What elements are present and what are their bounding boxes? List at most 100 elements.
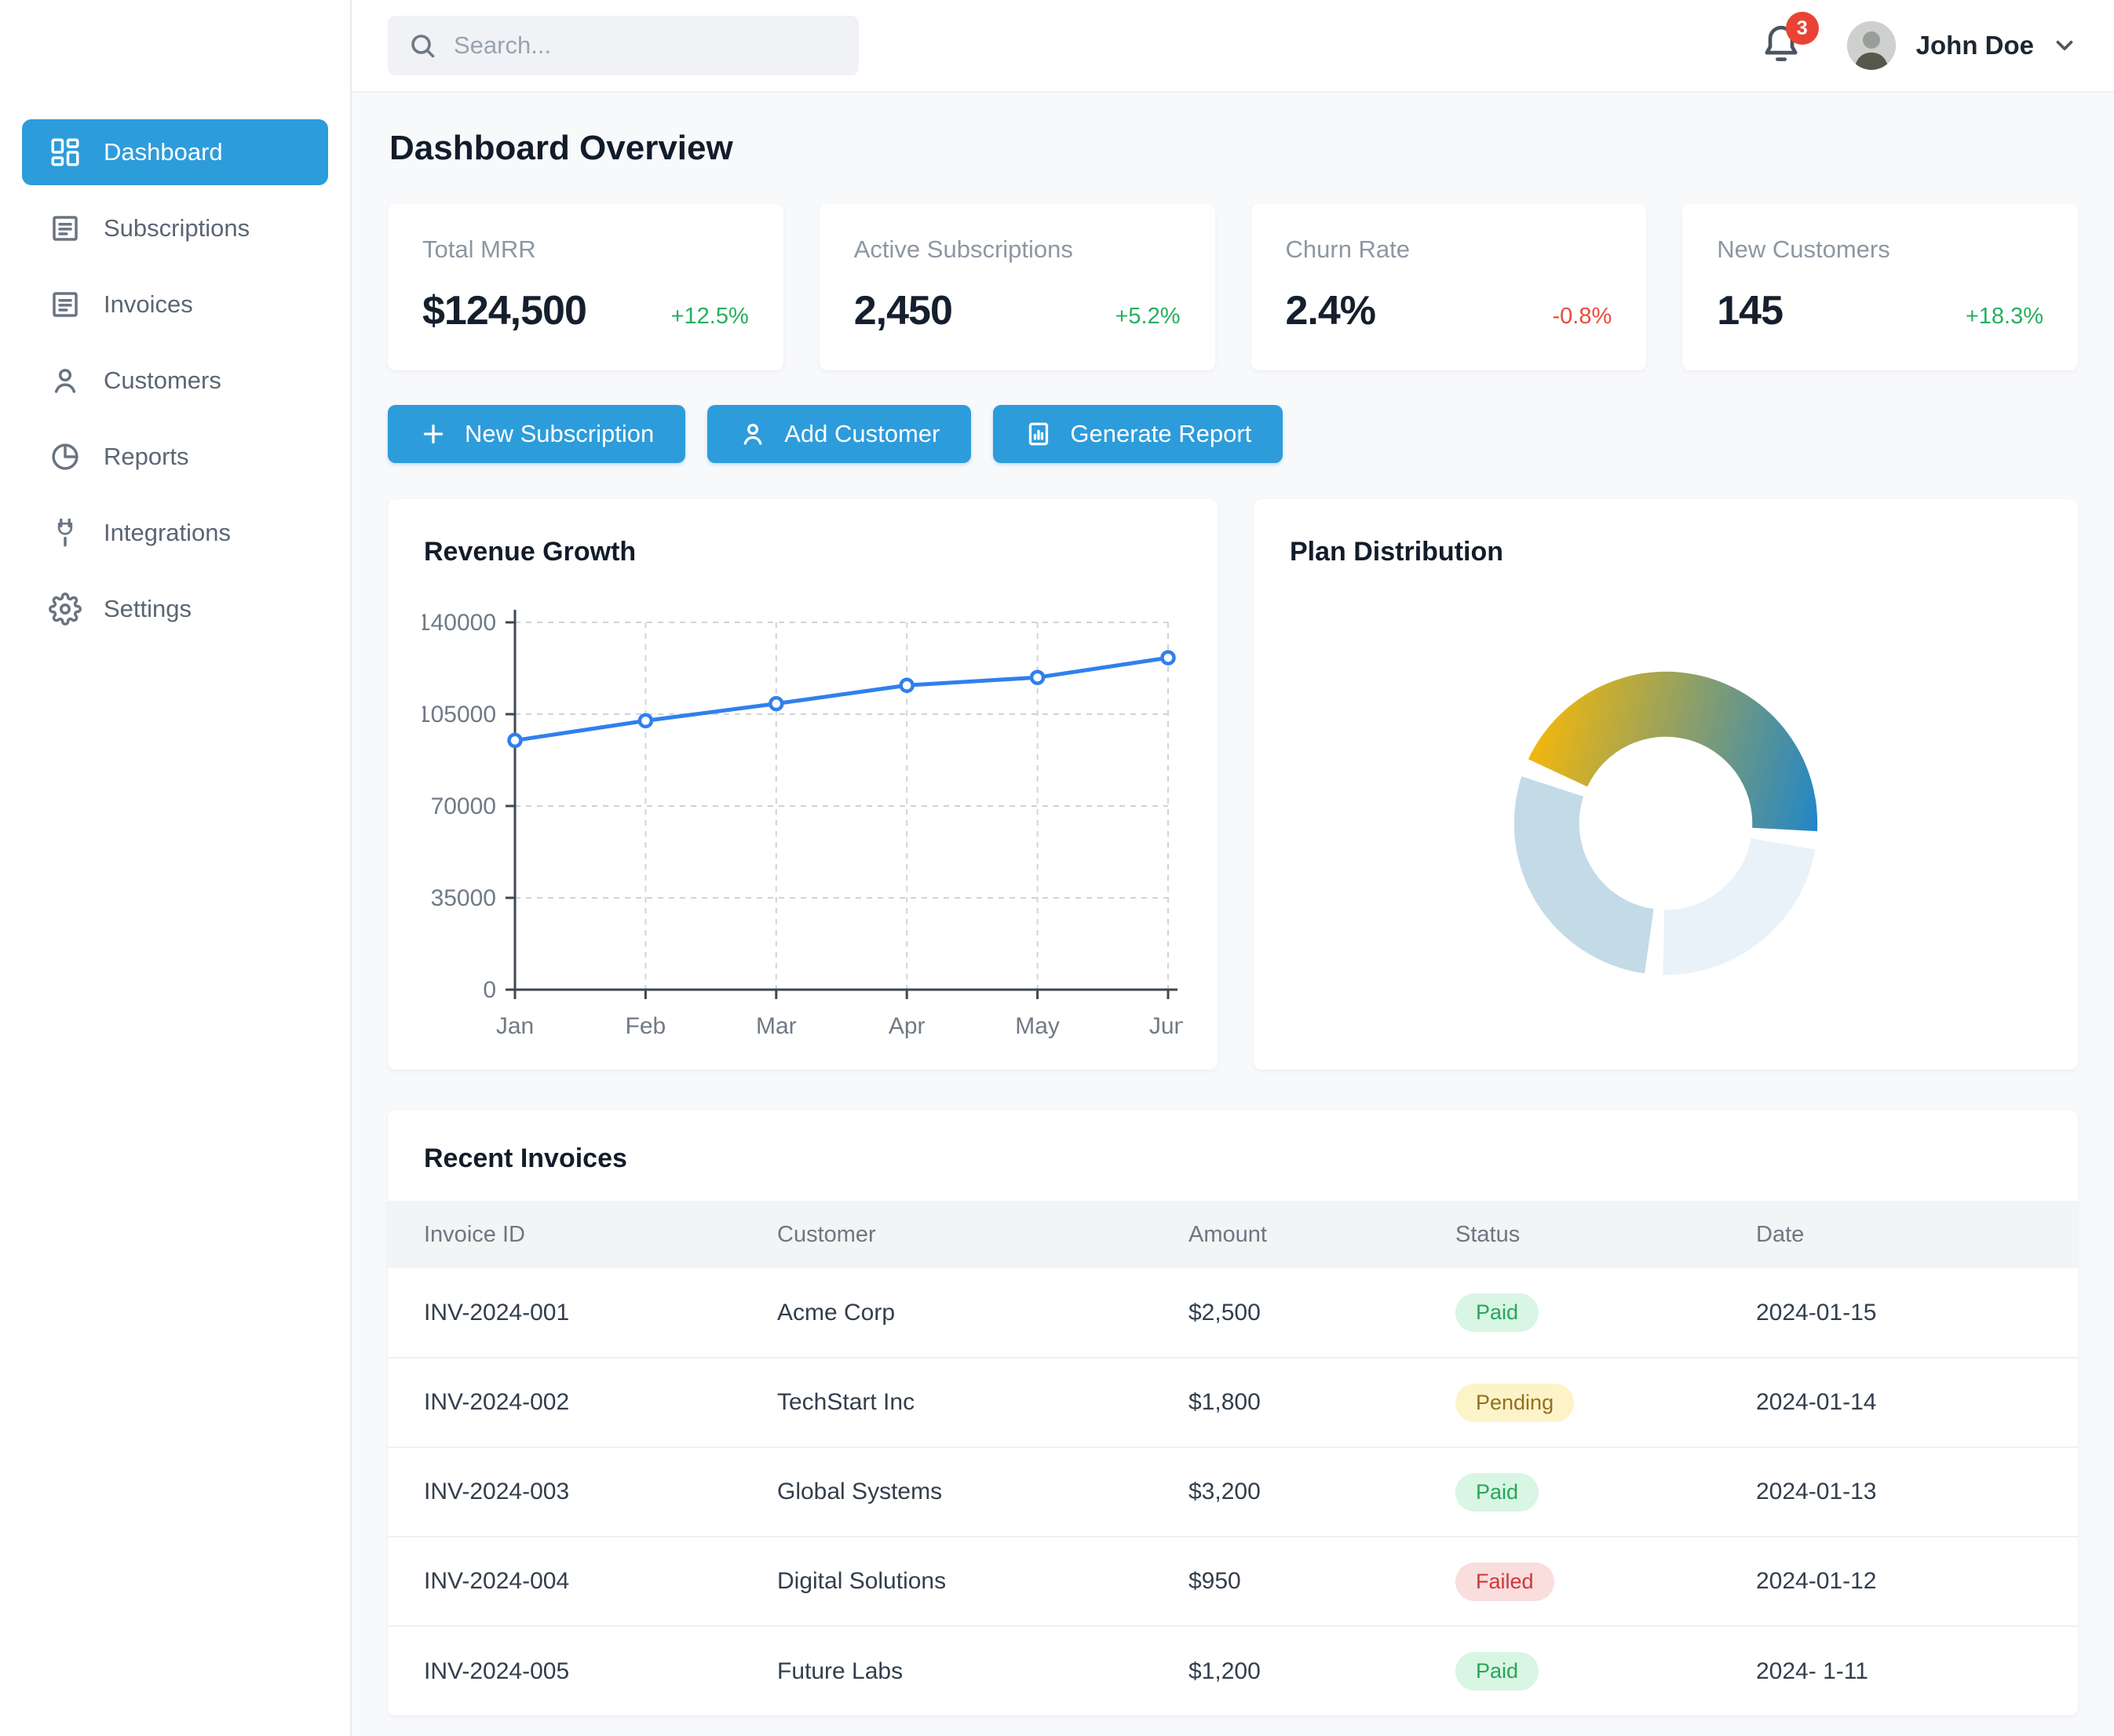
svg-text:May: May	[1015, 1013, 1060, 1039]
column-header-amount: Amount	[1188, 1201, 1455, 1268]
sidebar-item-reports[interactable]: Reports	[22, 424, 328, 490]
notification-badge: 3	[1786, 12, 1819, 45]
column-header-status: Status	[1455, 1201, 1756, 1268]
stat-value: 2.4%	[1286, 287, 1376, 334]
search-box	[388, 16, 859, 75]
content: Dashboard Overview Total MRR $124,500 +1…	[352, 93, 2114, 1736]
sidebar-item-invoices[interactable]: Invoices	[22, 272, 328, 337]
invoice-customer-cell: Digital Solutions	[777, 1537, 1188, 1626]
notifications-button[interactable]: 3	[1759, 21, 1808, 70]
sidebar: Dashboard Subscriptions Invoices Custome…	[0, 0, 352, 1736]
topbar-right: 3 John Doe	[1759, 21, 2078, 70]
stat-label: New Customers	[1717, 235, 2043, 264]
status-badge: Failed	[1455, 1563, 1554, 1601]
invoice-id-cell: INV-2024-005	[388, 1626, 777, 1716]
search-icon	[408, 31, 436, 60]
actions-row: New Subscription Add Customer Generate R…	[388, 405, 2078, 463]
status-badge: Pending	[1455, 1384, 1574, 1422]
sidebar-item-subscriptions[interactable]: Subscriptions	[22, 195, 328, 261]
sidebar-item-label: Invoices	[104, 290, 193, 319]
dashboard-icon	[49, 136, 82, 169]
main-column: 3 John Doe Dashboard Overview To	[352, 0, 2114, 1736]
svg-text:70000: 70000	[431, 793, 496, 819]
svg-text:0: 0	[483, 977, 496, 1003]
pie-chart-icon	[49, 440, 82, 473]
stat-card-total-mrr: Total MRR $124,500 +12.5%	[388, 204, 783, 370]
svg-text:Mar: Mar	[756, 1013, 797, 1039]
avatar-photo	[1847, 21, 1896, 70]
invoice-row: INV-2024-004Digital Solutions$950Failed2…	[388, 1537, 2078, 1626]
invoice-id-cell: INV-2024-002	[388, 1358, 777, 1447]
invoices-table: Invoice ID Customer Amount Status Date I…	[388, 1201, 2078, 1716]
invoice-customer-cell: Future Labs	[777, 1626, 1188, 1716]
stat-card-active-subscriptions: Active Subscriptions 2,450 +5.2%	[820, 204, 1215, 370]
stat-card-new-customers: New Customers 145 +18.3%	[1682, 204, 2078, 370]
plan-distribution-title: Plan Distribution	[1290, 537, 2043, 567]
status-badge: Paid	[1455, 1652, 1539, 1690]
invoice-row: INV-2024-003Global Systems$3,200Paid2024…	[388, 1447, 2078, 1537]
gear-icon	[49, 593, 82, 625]
invoice-id-cell: INV-2024-001	[388, 1268, 777, 1358]
plan-distribution-donut	[1501, 658, 1831, 988]
topbar: 3 John Doe	[352, 0, 2114, 93]
plus-icon	[419, 420, 447, 448]
invoice-customer-cell: TechStart Inc	[777, 1358, 1188, 1447]
column-header-date: Date	[1756, 1201, 2078, 1268]
revenue-growth-chart: 03500070000105000140000JanFebMarAprMayJu…	[422, 588, 1183, 1051]
stat-delta: +12.5%	[671, 304, 749, 330]
invoice-date-cell: 2024-01-14	[1756, 1358, 2078, 1447]
revenue-growth-card: Revenue Growth 03500070000105000140000Ja…	[388, 499, 1218, 1070]
new-subscription-button[interactable]: New Subscription	[388, 405, 685, 463]
sidebar-item-dashboard[interactable]: Dashboard	[22, 119, 328, 185]
revenue-growth-title: Revenue Growth	[424, 537, 1183, 567]
stat-delta: +5.2%	[1115, 304, 1180, 330]
recent-invoices-title: Recent Invoices	[388, 1143, 2078, 1201]
invoice-status-cell: Pending	[1455, 1358, 1756, 1447]
sidebar-item-customers[interactable]: Customers	[22, 348, 328, 414]
stat-label: Active Subscriptions	[854, 235, 1181, 264]
user-name[interactable]: John Doe	[1916, 31, 2034, 60]
invoices-header-row: Invoice ID Customer Amount Status Date	[388, 1201, 2078, 1268]
stat-value: 145	[1717, 287, 1783, 334]
invoice-status-cell: Paid	[1455, 1447, 1756, 1537]
document-lines-icon	[49, 288, 82, 321]
stat-label: Churn Rate	[1286, 235, 1612, 264]
invoice-date-cell: 2024-01-13	[1756, 1447, 2078, 1537]
invoice-id-cell: INV-2024-004	[388, 1537, 777, 1626]
invoice-date-cell: 2024- 1-11	[1756, 1626, 2078, 1716]
stat-value: $124,500	[422, 287, 586, 334]
avatar[interactable]	[1847, 21, 1896, 70]
sidebar-item-settings[interactable]: Settings	[22, 576, 328, 642]
search-input[interactable]	[388, 16, 859, 75]
status-badge: Paid	[1455, 1473, 1539, 1512]
svg-text:140000: 140000	[422, 610, 496, 636]
document-lines-icon	[49, 212, 82, 245]
invoices-table-body: INV-2024-001Acme Corp$2,500Paid2024-01-1…	[388, 1268, 2078, 1716]
add-customer-button[interactable]: Add Customer	[707, 405, 971, 463]
svg-text:Feb: Feb	[626, 1013, 666, 1039]
generate-report-button[interactable]: Generate Report	[993, 405, 1283, 463]
invoice-amount-cell: $3,200	[1188, 1447, 1455, 1537]
invoice-amount-cell: $950	[1188, 1537, 1455, 1626]
svg-text:Apr: Apr	[889, 1013, 926, 1039]
stat-value: 2,450	[854, 287, 952, 334]
person-icon	[739, 420, 767, 448]
invoice-customer-cell: Global Systems	[777, 1447, 1188, 1537]
stat-card-churn-rate: Churn Rate 2.4% -0.8%	[1251, 204, 1647, 370]
sidebar-item-label: Subscriptions	[104, 214, 250, 243]
sidebar-item-label: Integrations	[104, 519, 231, 547]
sidebar-item-label: Settings	[104, 595, 192, 623]
sidebar-item-label: Dashboard	[104, 138, 223, 166]
invoice-amount-cell: $2,500	[1188, 1268, 1455, 1358]
invoice-status-cell: Paid	[1455, 1626, 1756, 1716]
svg-text:105000: 105000	[422, 702, 496, 728]
stat-delta: -0.8%	[1552, 304, 1612, 330]
sidebar-item-label: Customers	[104, 367, 221, 395]
column-header-invoice-id: Invoice ID	[388, 1201, 777, 1268]
svg-text:35000: 35000	[431, 885, 496, 911]
sidebar-item-integrations[interactable]: Integrations	[22, 500, 328, 566]
invoice-row: INV-2024-002TechStart Inc$1,800Pending20…	[388, 1358, 2078, 1447]
svg-text:Jun: Jun	[1149, 1013, 1183, 1039]
chevron-down-icon[interactable]	[2051, 32, 2078, 59]
plan-distribution-card: Plan Distribution	[1254, 499, 2078, 1070]
